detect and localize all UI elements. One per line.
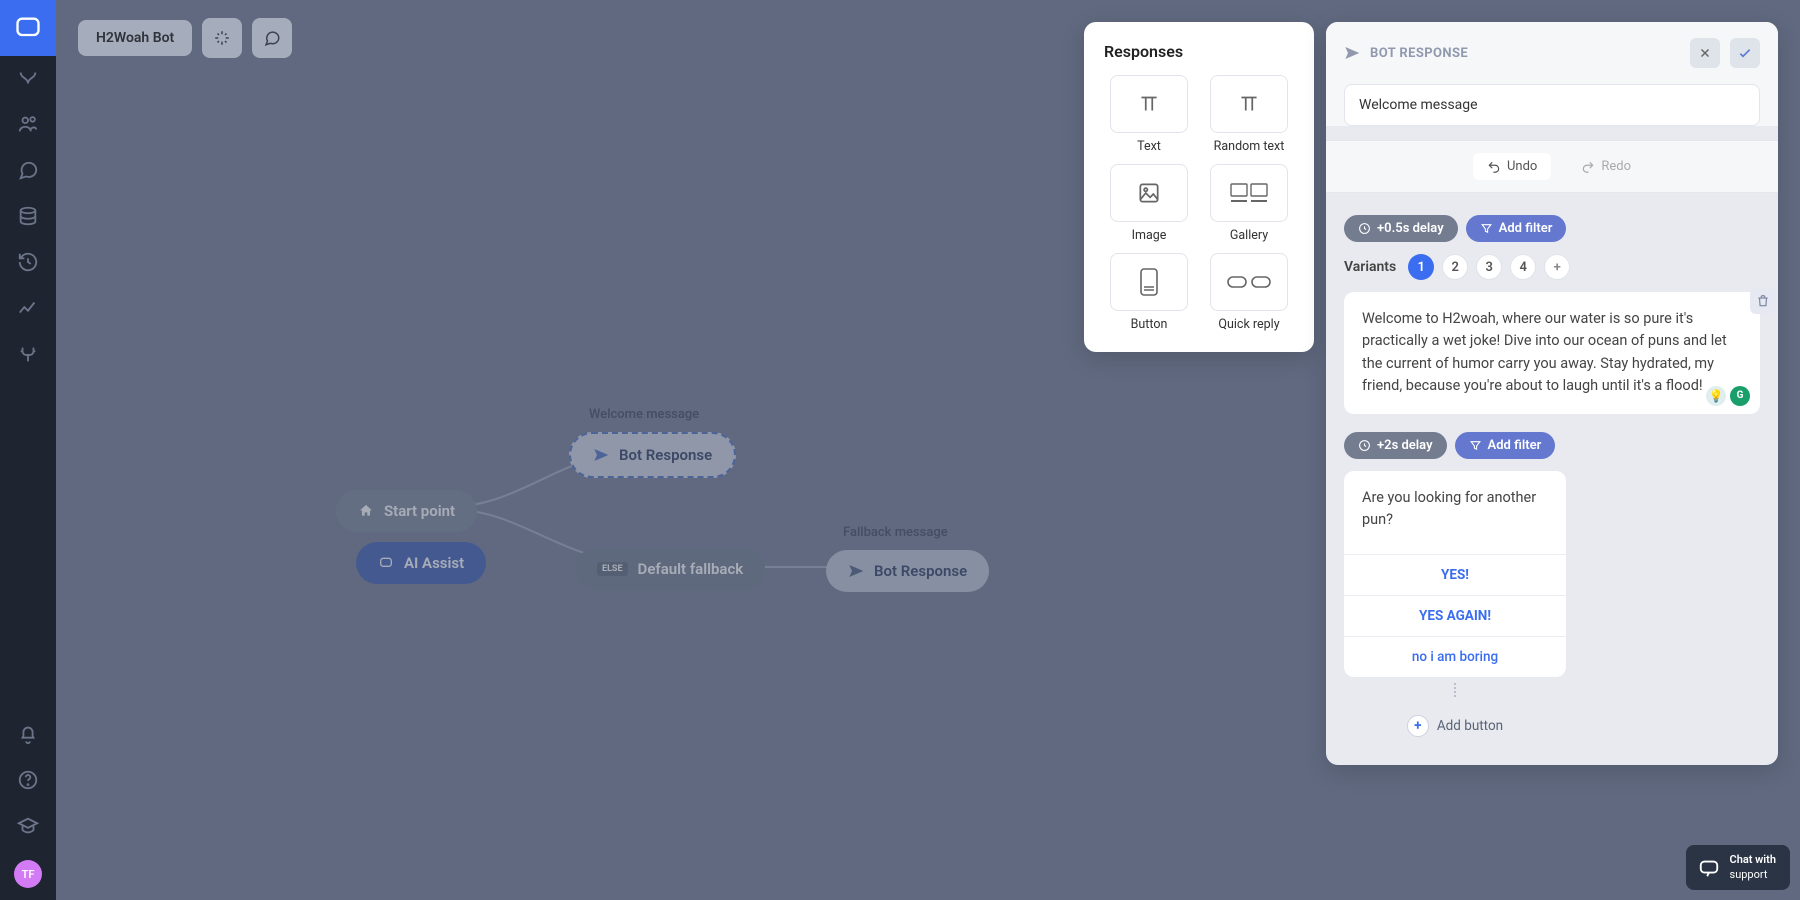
delay-pill-1[interactable]: +0.5s delay xyxy=(1344,215,1458,242)
support-chat-widget[interactable]: Chat with support xyxy=(1686,845,1790,890)
welcome-bot-response-node[interactable]: Bot Response xyxy=(569,432,736,478)
responses-title: Responses xyxy=(1104,42,1294,61)
bot-response-label: Bot Response xyxy=(619,446,712,464)
integrations-icon[interactable] xyxy=(16,342,40,366)
response-gallery[interactable]: Gallery xyxy=(1204,164,1294,243)
response-image[interactable]: Image xyxy=(1104,164,1194,243)
else-badge: ELSE xyxy=(597,562,628,576)
analytics-icon[interactable] xyxy=(16,296,40,320)
chat-bubble-icon xyxy=(1698,857,1720,879)
add-filter-pill-1[interactable]: Add filter xyxy=(1466,215,1567,242)
delete-message-icon[interactable] xyxy=(1750,288,1776,314)
default-fallback-label: Default fallback xyxy=(638,560,744,578)
bot-response-label-2: Bot Response xyxy=(874,562,967,580)
topbar: H2Woah Bot xyxy=(78,18,292,58)
fallback-node-title: Fallback message xyxy=(843,525,948,540)
plus-icon: + xyxy=(1407,715,1429,737)
start-node-label: Start point xyxy=(384,502,455,520)
avatar[interactable]: TF xyxy=(14,860,42,888)
ai-assist-node[interactable]: AI Assist xyxy=(356,542,486,584)
start-node[interactable]: Start point xyxy=(336,490,477,532)
history-icon[interactable] xyxy=(16,250,40,274)
variant-4[interactable]: 4 xyxy=(1510,254,1536,280)
message-card-1[interactable]: Welcome to H2woah, where our water is so… xyxy=(1344,292,1760,414)
app-logo[interactable] xyxy=(0,0,56,56)
quick-reply-text[interactable]: Are you looking for another pun? xyxy=(1344,471,1566,555)
add-filter-pill-2[interactable]: Add filter xyxy=(1455,432,1556,459)
variant-add[interactable]: + xyxy=(1544,254,1570,280)
undo-button[interactable]: Undo xyxy=(1473,153,1551,180)
bot-response-panel: BOT RESPONSE Welcome message Undo Redo +… xyxy=(1326,22,1778,765)
grammarly-icon[interactable]: G xyxy=(1730,386,1750,406)
response-button[interactable]: Button xyxy=(1104,253,1194,332)
response-quick-reply[interactable]: Quick reply xyxy=(1204,253,1294,332)
responses-panel: Responses Text Random text Image Gallery… xyxy=(1084,22,1314,352)
users-icon[interactable] xyxy=(16,112,40,136)
learn-icon[interactable] xyxy=(16,814,40,838)
left-sidebar: TF xyxy=(0,0,56,900)
response-text[interactable]: Text xyxy=(1104,75,1194,154)
response-name-input[interactable]: Welcome message xyxy=(1344,84,1760,126)
variant-1[interactable]: 1 xyxy=(1408,254,1434,280)
variants-row: Variants 1 2 3 4 + xyxy=(1344,254,1760,280)
bell-icon[interactable] xyxy=(16,722,40,746)
close-button[interactable] xyxy=(1690,38,1720,68)
sparkle-button[interactable] xyxy=(202,18,242,58)
ai-assist-label: AI Assist xyxy=(404,554,464,572)
quick-btn-2[interactable]: YES AGAIN! xyxy=(1344,595,1566,636)
variant-2[interactable]: 2 xyxy=(1442,254,1468,280)
variant-3[interactable]: 3 xyxy=(1476,254,1502,280)
panel-title: BOT RESPONSE xyxy=(1370,46,1680,61)
confirm-button[interactable] xyxy=(1730,38,1760,68)
default-fallback-node[interactable]: ELSE Default fallback xyxy=(575,548,765,590)
quick-reply-card[interactable]: Are you looking for another pun? YES! YE… xyxy=(1344,471,1566,678)
welcome-node-title: Welcome message xyxy=(589,407,699,422)
chat-icon[interactable] xyxy=(16,158,40,182)
quick-btn-1[interactable]: YES! xyxy=(1344,554,1566,595)
fallback-bot-response-node[interactable]: Bot Response xyxy=(826,550,989,592)
quick-btn-3[interactable]: no i am boring xyxy=(1344,636,1566,677)
send-icon xyxy=(1344,45,1360,61)
redo-button[interactable]: Redo xyxy=(1581,153,1631,180)
delay-pill-2[interactable]: +2s delay xyxy=(1344,432,1447,459)
response-random-text[interactable]: Random text xyxy=(1204,75,1294,154)
reset-chat-button[interactable] xyxy=(252,18,292,58)
bot-name-chip[interactable]: H2Woah Bot xyxy=(78,20,192,56)
lightbulb-icon[interactable]: 💡 xyxy=(1706,386,1726,406)
add-button-row[interactable]: + Add button xyxy=(1344,715,1566,737)
database-icon[interactable] xyxy=(16,204,40,228)
help-icon[interactable] xyxy=(16,768,40,792)
flow-icon[interactable] xyxy=(16,66,40,90)
